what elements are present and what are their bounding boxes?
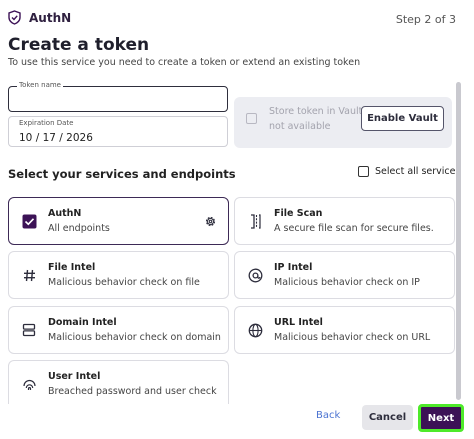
next-button[interactable]: Next bbox=[418, 404, 464, 432]
enable-vault-button[interactable]: Enable Vault bbox=[361, 106, 444, 131]
service-desc: All endpoints bbox=[48, 223, 110, 234]
page-title: Create a token bbox=[8, 35, 150, 55]
shield-icon bbox=[8, 10, 21, 25]
service-desc: Malicious behavior check on domain bbox=[48, 332, 221, 343]
service-name: AuthN bbox=[48, 208, 82, 219]
select-all-label: Select all services bbox=[375, 166, 461, 177]
service-card-user-intel[interactable]: User Intel Breached password and user ch… bbox=[8, 360, 229, 404]
store-token-checkbox[interactable] bbox=[246, 113, 257, 124]
service-name: User Intel bbox=[48, 371, 101, 382]
service-name: File Scan bbox=[274, 208, 323, 219]
vault-panel: Store token in Vault not available Enabl… bbox=[234, 97, 452, 148]
store-token-text: Store token in Vault not available bbox=[269, 106, 363, 132]
service-name: Domain Intel bbox=[48, 317, 117, 328]
ip-icon bbox=[247, 267, 263, 283]
service-desc: Malicious behavior check on file bbox=[48, 277, 200, 288]
service-desc: A secure file scan for secure files. bbox=[274, 223, 434, 234]
brand-name: AuthN bbox=[29, 10, 72, 25]
token-name-label: Token name bbox=[17, 81, 63, 89]
service-name: URL Intel bbox=[274, 317, 323, 328]
gear-icon[interactable] bbox=[204, 215, 217, 228]
cancel-button[interactable]: Cancel bbox=[362, 405, 413, 430]
select-all-checkbox[interactable] bbox=[358, 166, 369, 177]
back-button[interactable]: Back bbox=[316, 410, 340, 421]
service-desc: Breached password and user check bbox=[48, 386, 217, 397]
service-name: File Intel bbox=[48, 262, 96, 273]
service-desc: Malicious behavior check on URL bbox=[274, 332, 431, 343]
expiration-date-value: 10 / 17 / 2026 bbox=[19, 132, 93, 144]
service-card-file-scan[interactable]: File Scan A secure file scan for secure … bbox=[234, 197, 455, 245]
server-icon bbox=[21, 322, 37, 338]
services-section-title: Select your services and endpoints bbox=[8, 167, 236, 181]
expiration-date-field[interactable]: Expiration Date 10 / 17 / 2026 bbox=[8, 116, 228, 147]
hash-icon bbox=[21, 267, 37, 283]
file-scan-icon bbox=[247, 213, 263, 229]
service-card-authn[interactable]: AuthN All endpoints bbox=[8, 197, 229, 245]
page-subtitle: To use this service you need to create a… bbox=[8, 57, 361, 68]
service-card-domain-intel[interactable]: Domain Intel Malicious behavior check on… bbox=[8, 306, 229, 354]
service-card-url-intel[interactable]: URL Intel Malicious behavior check on UR… bbox=[234, 306, 455, 354]
token-name-field[interactable]: Token name bbox=[8, 81, 228, 112]
service-name: IP Intel bbox=[274, 262, 313, 273]
service-card-file-intel[interactable]: File Intel Malicious behavior check on f… bbox=[8, 251, 229, 299]
globe-icon bbox=[247, 322, 263, 338]
fingerprint-icon bbox=[21, 376, 37, 392]
service-desc: Malicious behavior check on IP bbox=[274, 277, 420, 288]
check-square-icon bbox=[21, 213, 37, 229]
brand: AuthN bbox=[8, 10, 71, 25]
header: AuthN Step 2 of 3 bbox=[8, 10, 456, 30]
scrollbar[interactable] bbox=[456, 82, 461, 400]
expiration-date-label: Expiration Date bbox=[19, 119, 74, 127]
step-indicator: Step 2 of 3 bbox=[395, 13, 456, 26]
service-card-ip-intel[interactable]: IP Intel Malicious behavior check on IP bbox=[234, 251, 455, 299]
select-all-services[interactable]: Select all services bbox=[358, 166, 460, 177]
